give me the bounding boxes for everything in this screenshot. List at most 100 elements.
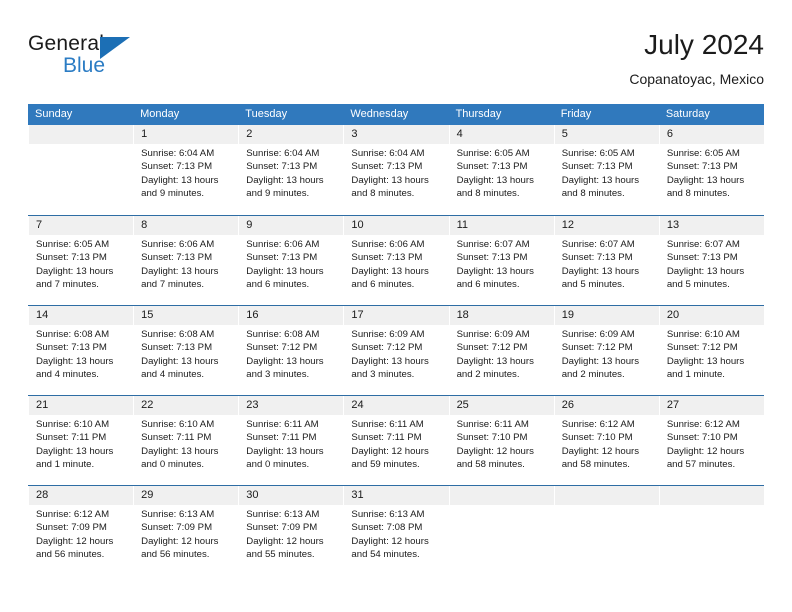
calendar-day-cell[interactable]: 4 Sunrise: 6:05 AM Sunset: 7:13 PM Daylight…	[448, 125, 554, 215]
title-block: July 2024 Copanatoyac, Mexico	[629, 28, 764, 89]
sunrise-text: Sunrise: 6:05 AM	[561, 148, 635, 159]
sunrise-text: Sunrise: 6:09 AM	[456, 329, 530, 340]
calendar-day-cell[interactable]: 21 Sunrise: 6:10 AM Sunset: 7:11 PM Dayligh…	[28, 396, 133, 485]
calendar-day-cell[interactable]: 23 Sunrise: 6:11 AM Sunset: 7:11 PM Dayligh…	[238, 396, 343, 485]
sunset-text: Sunset: 7:13 PM	[456, 252, 528, 264]
sunrise-text: Sunrise: 6:08 AM	[246, 329, 320, 340]
day-sun-info: Sunrise: 6:09 AM Sunset: 7:12 PM Daylight:…	[351, 325, 442, 382]
calendar-day-cell[interactable]: 8 Sunrise: 6:06 AM Sunset: 7:13 PM Daylight…	[133, 216, 238, 305]
day-sun-info: Sunrise: 6:06 AM Sunset: 7:13 PM Daylight:…	[246, 235, 337, 292]
day-sun-info: Sunrise: 6:05 AM Sunset: 7:13 PM Daylight:…	[562, 144, 653, 201]
daylight-text-line2: and 5 minutes.	[666, 279, 730, 291]
daylight-text-line1: Daylight: 13 hours	[246, 265, 324, 277]
day-sun-info: Sunrise: 6:07 AM Sunset: 7:13 PM Daylight:…	[667, 235, 758, 292]
calendar-day-cell[interactable]: 24 Sunrise: 6:11 AM Sunset: 7:11 PM Dayligh…	[343, 396, 448, 485]
weekday-header-wednesday: Wednesday	[350, 108, 409, 120]
calendar-day-cell[interactable]: 14 Sunrise: 6:08 AM Sunset: 7:13 PM Dayligh…	[28, 306, 133, 395]
daylight-text-line2: and 58 minutes.	[456, 459, 525, 471]
daylight-text-line2: and 8 minutes.	[666, 188, 730, 200]
sunrise-text: Sunrise: 6:12 AM	[36, 509, 110, 520]
calendar-day-cell[interactable]: 10 Sunrise: 6:06 AM Sunset: 7:13 PM Dayligh…	[343, 216, 448, 305]
calendar-day-cell[interactable]: 7 Sunrise: 6:05 AM Sunset: 7:13 PM Daylight…	[28, 216, 133, 305]
day-sun-info: Sunrise: 6:10 AM Sunset: 7:11 PM Daylight:…	[36, 415, 127, 472]
sunset-text: Sunset: 7:13 PM	[666, 252, 738, 264]
calendar-day-cell[interactable]: 6 Sunrise: 6:05 AM Sunset: 7:13 PM Daylight…	[658, 125, 764, 215]
calendar-day-cell[interactable]: 29 Sunrise: 6:13 AM Sunset: 7:09 PM Dayligh…	[133, 486, 238, 575]
daylight-text-line1: Daylight: 12 hours	[141, 535, 219, 547]
day-number: 17	[351, 309, 364, 321]
daylight-text-line1: Daylight: 13 hours	[561, 355, 640, 367]
day-number: 18	[456, 309, 469, 321]
sunrise-text: Sunrise: 6:11 AM	[351, 419, 424, 430]
daylight-text-line1: Daylight: 12 hours	[561, 445, 640, 457]
calendar-day-cell[interactable]: 31 Sunrise: 6:13 AM Sunset: 7:08 PM Dayligh…	[343, 486, 448, 575]
calendar-grid: Sunday Monday Tuesday Wednesday Thursday Frid…	[28, 104, 764, 575]
sunrise-text: Sunrise: 6:13 AM	[246, 509, 320, 520]
sunset-text: Sunset: 7:12 PM	[666, 342, 738, 354]
daylight-text-line2: and 3 minutes.	[246, 369, 310, 381]
day-sun-info: Sunrise: 6:09 AM Sunset: 7:12 PM Daylight:…	[562, 325, 653, 382]
calendar-day-cell[interactable]: 20 Sunrise: 6:10 AM Sunset: 7:12 PM Dayligh…	[658, 306, 764, 395]
daylight-text-line1: Daylight: 13 hours	[246, 174, 324, 186]
day-sun-info: Sunrise: 6:12 AM Sunset: 7:09 PM Daylight:…	[36, 505, 127, 562]
calendar-day-cell[interactable]: 13 Sunrise: 6:07 AM Sunset: 7:13 PM Dayligh…	[658, 216, 764, 305]
day-number: 12	[561, 219, 574, 231]
weekday-header-monday: Monday	[140, 108, 180, 120]
calendar-day-cell[interactable]: 19 Sunrise: 6:09 AM Sunset: 7:12 PM Dayligh…	[553, 306, 659, 395]
daylight-text-line1: Daylight: 13 hours	[141, 265, 219, 277]
calendar-day-cell[interactable]: 28 Sunrise: 6:12 AM Sunset: 7:09 PM Dayligh…	[28, 486, 133, 575]
calendar-day-cell[interactable]: 27 Sunrise: 6:12 AM Sunset: 7:10 PM Dayligh…	[658, 396, 764, 485]
day-sun-info: Sunrise: 6:10 AM Sunset: 7:12 PM Daylight:…	[667, 325, 758, 382]
daylight-text-line2: and 1 minute.	[666, 369, 725, 381]
sunset-text: Sunset: 7:11 PM	[36, 432, 107, 444]
day-number: 30	[246, 489, 259, 501]
daylight-text-line1: Daylight: 13 hours	[351, 265, 429, 277]
day-number: 14	[36, 309, 49, 321]
calendar-day-cell[interactable]: 18 Sunrise: 6:09 AM Sunset: 7:12 PM Dayligh…	[448, 306, 554, 395]
calendar-day-cell[interactable]: 17 Sunrise: 6:09 AM Sunset: 7:12 PM Dayligh…	[343, 306, 448, 395]
day-sun-info: Sunrise: 6:13 AM Sunset: 7:09 PM Daylight:…	[246, 505, 337, 562]
calendar-day-cell[interactable]: 9 Sunrise: 6:06 AM Sunset: 7:13 PM Daylight…	[238, 216, 343, 305]
daylight-text-line2: and 7 minutes.	[36, 279, 99, 291]
calendar-day-cell[interactable]: 25 Sunrise: 6:11 AM Sunset: 7:10 PM Dayligh…	[448, 396, 554, 485]
daylight-text-line2: and 5 minutes.	[561, 279, 625, 291]
daylight-text-line1: Daylight: 13 hours	[456, 265, 534, 277]
calendar-day-cell[interactable]: 2 Sunrise: 6:04 AM Sunset: 7:13 PM Daylight…	[238, 125, 343, 215]
logo-text-general: General	[28, 32, 105, 55]
sunset-text: Sunset: 7:08 PM	[351, 522, 423, 534]
daylight-text-line1: Daylight: 13 hours	[561, 174, 640, 186]
sunset-text: Sunset: 7:13 PM	[456, 161, 528, 173]
daylight-text-line1: Daylight: 13 hours	[36, 355, 114, 367]
calendar-day-cell[interactable]: 5 Sunrise: 6:05 AM Sunset: 7:13 PM Daylight…	[553, 125, 659, 215]
sunrise-text: Sunrise: 6:13 AM	[351, 509, 425, 520]
calendar-day-cell[interactable]: 11 Sunrise: 6:07 AM Sunset: 7:13 PM Dayligh…	[448, 216, 554, 305]
sunset-text: Sunset: 7:11 PM	[141, 432, 212, 444]
daylight-text-line1: Daylight: 13 hours	[351, 355, 429, 367]
daylight-text-line2: and 8 minutes.	[351, 188, 415, 200]
daylight-text-line1: Daylight: 12 hours	[456, 445, 534, 457]
sunset-text: Sunset: 7:13 PM	[141, 161, 213, 173]
day-number: 26	[561, 399, 574, 411]
calendar-day-cell[interactable]: 16 Sunrise: 6:08 AM Sunset: 7:12 PM Dayligh…	[238, 306, 343, 395]
day-number: 8	[141, 219, 148, 231]
calendar-day-cell[interactable]: 3 Sunrise: 6:04 AM Sunset: 7:13 PM Daylight…	[343, 125, 448, 215]
daylight-text-line1: Daylight: 13 hours	[141, 174, 219, 186]
daylight-text-line1: Daylight: 13 hours	[36, 445, 114, 457]
day-number: 22	[141, 399, 154, 411]
day-number: 31	[351, 489, 364, 501]
calendar-day-cell[interactable]: 22 Sunrise: 6:10 AM Sunset: 7:11 PM Dayligh…	[133, 396, 238, 485]
day-number: 20	[666, 309, 680, 321]
calendar-week-row: 21 Sunrise: 6:10 AM Sunset: 7:11 PM Dayligh…	[28, 395, 764, 485]
day-sun-info: Sunrise: 6:08 AM Sunset: 7:13 PM Daylight:…	[141, 325, 232, 382]
weekday-header-friday: Friday	[560, 108, 592, 120]
sunrise-text: Sunrise: 6:05 AM	[456, 148, 530, 159]
day-number: 13	[666, 219, 680, 231]
daylight-text-line2: and 58 minutes.	[561, 459, 630, 471]
daylight-text-line1: Daylight: 13 hours	[246, 445, 324, 457]
calendar-day-cell[interactable]: 26 Sunrise: 6:12 AM Sunset: 7:10 PM Dayligh…	[553, 396, 659, 485]
calendar-day-cell[interactable]: 15 Sunrise: 6:08 AM Sunset: 7:13 PM Dayligh…	[133, 306, 238, 395]
calendar-day-cell[interactable]: 1 Sunrise: 6:04 AM Sunset: 7:13 PM Daylight…	[133, 125, 238, 215]
calendar-day-cell[interactable]: 12 Sunrise: 6:07 AM Sunset: 7:13 PM Dayligh…	[553, 216, 659, 305]
calendar-day-cell[interactable]: 30 Sunrise: 6:13 AM Sunset: 7:09 PM Dayligh…	[238, 486, 343, 575]
day-sun-info: Sunrise: 6:06 AM Sunset: 7:13 PM Daylight:…	[351, 235, 442, 292]
